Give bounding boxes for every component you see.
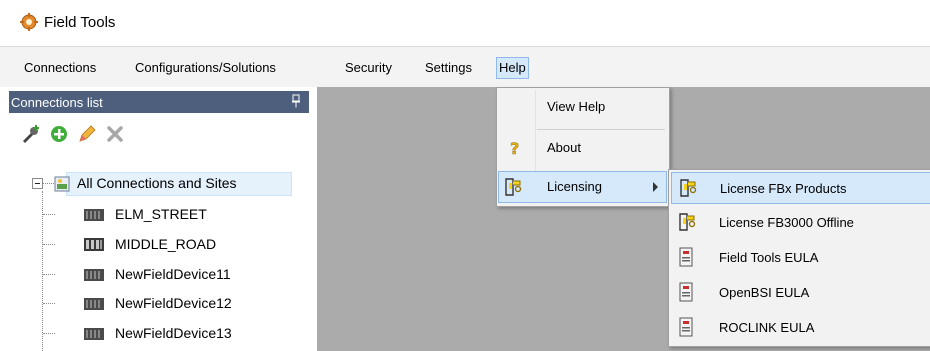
tree-connector-vertical (42, 191, 43, 351)
menu-item-label: Field Tools EULA (719, 250, 819, 265)
field-device-icon (84, 209, 104, 221)
menu-item-license-fb3000-offline[interactable]: License FB3000 Offline (671, 207, 929, 237)
add-connection-icon[interactable] (20, 123, 42, 145)
eula-document-icon (679, 247, 693, 267)
menu-help[interactable]: Help (496, 57, 529, 79)
connections-panel: Connections list All Connections and Sit… (0, 87, 317, 351)
app-gear-icon (20, 13, 38, 31)
menu-item-label: Licensing (547, 179, 602, 194)
add-icon[interactable] (48, 123, 70, 145)
field-device-icon (84, 238, 104, 251)
pin-icon[interactable] (291, 94, 301, 108)
menu-bar: Connections Configurations/Solutions Sec… (0, 47, 930, 87)
menu-configurations-solutions[interactable]: Configurations/Solutions (133, 58, 278, 78)
menu-item-about[interactable]: ? About (499, 133, 665, 163)
field-device-icon (84, 298, 104, 310)
tree-root-label: All Connections and Sites (77, 175, 237, 191)
submenu-arrow-icon (653, 182, 658, 192)
menu-item-roclink-eula[interactable]: ROCLINK EULA (671, 312, 929, 342)
svg-text:?: ? (510, 139, 519, 157)
menu-connections[interactable]: Connections (22, 58, 98, 78)
tree-connector (43, 274, 55, 275)
tree-item-middle-road[interactable]: MIDDLE_ROAD (115, 233, 216, 255)
help-dropdown-menu: View Help ? About Licensing (496, 87, 670, 207)
tree-connector (43, 333, 55, 334)
menu-item-label: OpenBSI EULA (719, 285, 810, 300)
menu-security[interactable]: Security (343, 58, 394, 78)
panel-header: Connections list (9, 91, 309, 113)
panel-title: Connections list (11, 95, 103, 110)
menu-item-licensing[interactable]: Licensing (498, 171, 667, 203)
window-title: Field Tools (44, 14, 116, 31)
eula-document-icon (679, 282, 693, 302)
tree-connector (43, 303, 55, 304)
tree-connector (42, 183, 54, 184)
menu-item-label: View Help (547, 99, 606, 114)
eula-document-icon (679, 317, 693, 337)
menu-separator (537, 129, 665, 130)
tree-connector (43, 214, 55, 215)
tree-item-elm-street[interactable]: ELM_STREET (115, 203, 207, 225)
menu-settings[interactable]: Settings (423, 58, 474, 78)
menu-item-view-help[interactable]: View Help (499, 92, 665, 122)
sites-folder-icon (54, 176, 70, 192)
question-mark-icon: ? (510, 139, 520, 157)
menu-item-label: ROCLINK EULA (719, 320, 815, 335)
menu-item-label: About (547, 140, 581, 155)
edit-pencil-icon[interactable] (76, 123, 98, 145)
tree-item-newfielddevice11[interactable]: NewFieldDevice11 (115, 263, 231, 285)
tree-connector (43, 244, 55, 245)
title-bar: Field Tools (0, 0, 930, 47)
menu-item-label: License FBx Products (720, 181, 847, 196)
field-device-icon (84, 328, 104, 340)
delete-icon[interactable] (104, 123, 126, 145)
tree-item-newfielddevice13[interactable]: NewFieldDevice13 (115, 322, 232, 344)
license-key-icon (680, 179, 697, 197)
field-device-icon (84, 269, 104, 281)
menu-item-label: License FB3000 Offline (719, 215, 854, 230)
menu-item-field-tools-eula[interactable]: Field Tools EULA (671, 242, 929, 272)
licensing-submenu: License FBx Products License FB3000 Offl… (668, 169, 930, 347)
menu-item-license-fbx-products[interactable]: License FBx Products (671, 172, 930, 204)
license-key-icon (679, 213, 696, 231)
license-key-icon (505, 178, 522, 196)
menu-item-openbsi-eula[interactable]: OpenBSI EULA (671, 277, 929, 307)
tree-root-node[interactable]: All Connections and Sites (54, 172, 292, 196)
tree-item-newfielddevice12[interactable]: NewFieldDevice12 (115, 292, 232, 314)
